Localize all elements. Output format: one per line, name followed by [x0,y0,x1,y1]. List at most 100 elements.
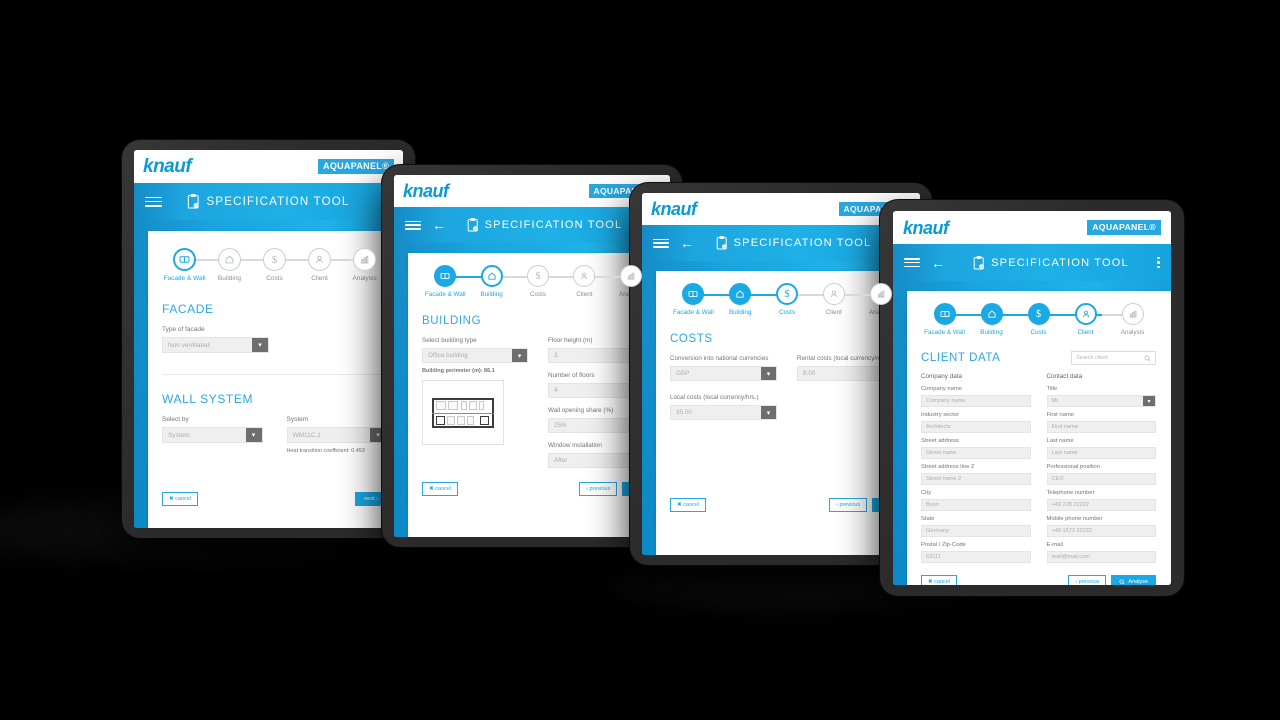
system-value: WM11C.1 [292,431,321,439]
step-costs[interactable]: $ Costs [252,248,297,282]
cancel-button[interactable]: ✖ cancel [422,482,459,496]
chevron-down-icon[interactable]: ▾ [252,338,268,352]
step-client[interactable]: Client [561,265,607,298]
cancel-button[interactable]: ✖ cancel [670,498,707,512]
brand-bar: knauf AQUAPANEL® [642,193,920,225]
chevron-down-icon[interactable]: ▾ [245,428,262,442]
facade-type-select[interactable]: Non ventilated ▾ [162,337,269,353]
street-address-input[interactable]: Street name [921,447,1031,459]
step-label: Client [311,275,328,282]
facade-type-label: Type of facade [162,326,205,333]
chevron-down-icon[interactable]: ▾ [761,406,776,419]
street-address-label: Street address [921,438,959,444]
email-input[interactable]: mail@mail.com [1046,551,1156,563]
clipboard-gear-icon [188,194,200,209]
city-input[interactable]: Bonn [921,499,1031,511]
step-client[interactable]: Client [297,248,342,282]
previous-button[interactable]: ‹ previous [829,498,868,512]
title-select[interactable]: Mr. ▾ [1046,395,1156,407]
state-input[interactable]: Germany [921,525,1031,537]
content-card: Facade & Wall Building $ Costs [907,291,1171,585]
city-label: City [921,490,931,496]
cancel-button[interactable]: ✖ cancel [921,575,958,585]
page-body: Facade & Wall Building $ Costs [134,220,403,528]
first-name-value: First name [1051,424,1078,430]
first-name-input[interactable]: First name [1046,421,1156,433]
num-floors-value: 4 [554,387,558,394]
step-building[interactable]: Building [968,303,1015,336]
hamburger-icon[interactable] [145,196,162,207]
hamburger-icon[interactable] [653,238,669,248]
step-analysis[interactable]: Analysis [1109,303,1156,336]
brand-bar: knauf AQUAPANEL® [134,150,403,183]
hamburger-icon[interactable] [405,220,421,230]
step-costs[interactable]: $ Costs [764,283,811,316]
step-costs[interactable]: $ Costs [515,265,561,298]
telephone-label: Telephone number [1046,490,1095,496]
progress-stepper: Facade & Wall Building $ Costs [422,265,654,301]
step-analysis[interactable]: Analysis [342,248,387,282]
analyse-button-label: Analyse [1128,579,1148,585]
floor-height-value: 3 [554,352,558,359]
email-value: mail@mail.com [1051,554,1090,560]
app-top-bar: ← SPECIFICATION TOOL [394,207,670,243]
floor-plan-drawing [432,397,494,428]
mobile-value: +49 1573 22222 [1051,528,1093,534]
currency-select[interactable]: GBP ▾ [670,366,777,381]
state-value: Germany [926,528,950,534]
last-name-input[interactable]: Last name [1046,447,1156,459]
last-name-label: Last name [1046,438,1074,444]
floor-plan-preview[interactable] [422,380,504,445]
professional-position-input[interactable]: CEO [1046,473,1156,485]
telephone-input[interactable]: +49 228 22222 [1046,499,1156,511]
professional-position-label: Professional position [1046,464,1101,470]
search-icon[interactable] [1144,355,1151,362]
building-type-select[interactable]: Office building ▾ [422,348,528,363]
step-facade-wall[interactable]: Facade & Wall [670,283,717,316]
postal-code-input[interactable]: 53111 [921,551,1031,563]
industry-sector-input[interactable]: Architects [921,421,1031,433]
back-arrow-icon[interactable]: ← [931,256,945,270]
local-costs-select[interactable]: 35.00 ▾ [670,405,777,420]
back-arrow-icon[interactable]: ← [432,218,446,232]
select-by-select[interactable]: System ▾ [162,427,263,443]
page-body: Facade & Wall Building $ Costs [642,261,920,555]
previous-button[interactable]: ‹ previous [1068,575,1107,585]
step-building[interactable]: Building [207,248,252,282]
mobile-input[interactable]: +49 1573 22222 [1046,525,1156,537]
client-section-title: CLIENT DATA [921,352,1001,364]
select-by-value: System [168,431,190,439]
chevron-down-icon[interactable]: ▾ [512,349,527,362]
step-client[interactable]: Client [810,283,857,316]
previous-button[interactable]: ‹ previous [579,482,618,496]
last-name-value: Last name [1051,450,1078,456]
company-name-input[interactable]: Company name [921,395,1031,407]
step-label: Costs [778,309,796,316]
analyse-button[interactable]: Analyse [1111,575,1156,585]
costs-section-title: COSTS [670,333,713,345]
step-costs[interactable]: $ Costs [1015,303,1062,336]
wall-opening-value: 25% [554,422,567,429]
divider [162,374,387,375]
aquapanel-badge: AQUAPANEL® [1087,220,1161,235]
back-arrow-icon[interactable]: ← [680,236,694,250]
street-address-2-input[interactable]: Street name 2 [921,473,1031,485]
system-select[interactable]: WM11C.1 ▾ [286,427,387,443]
cancel-button[interactable]: ✖ cancel [162,492,199,506]
step-building[interactable]: Building [717,283,764,316]
chevron-down-icon[interactable]: ▾ [1143,396,1155,406]
step-label: Building [728,309,752,316]
step-facade-wall[interactable]: Facade & Wall [921,303,968,336]
hamburger-icon[interactable] [904,258,920,267]
step-building[interactable]: Building [468,265,514,298]
step-label: Client [576,291,593,298]
step-facade-wall[interactable]: Facade & Wall [162,248,207,282]
step-facade-wall[interactable]: Facade & Wall [422,265,468,298]
progress-stepper: Facade & Wall Building $ Costs [670,283,904,319]
search-client-input[interactable]: Search client [1071,351,1156,365]
contact-data-heading: Contact data [1046,373,1083,380]
chevron-down-icon[interactable]: ▾ [761,367,776,380]
step-client[interactable]: Client [1062,303,1109,336]
kebab-menu-icon[interactable] [1157,257,1160,268]
city-value: Bonn [926,502,940,508]
